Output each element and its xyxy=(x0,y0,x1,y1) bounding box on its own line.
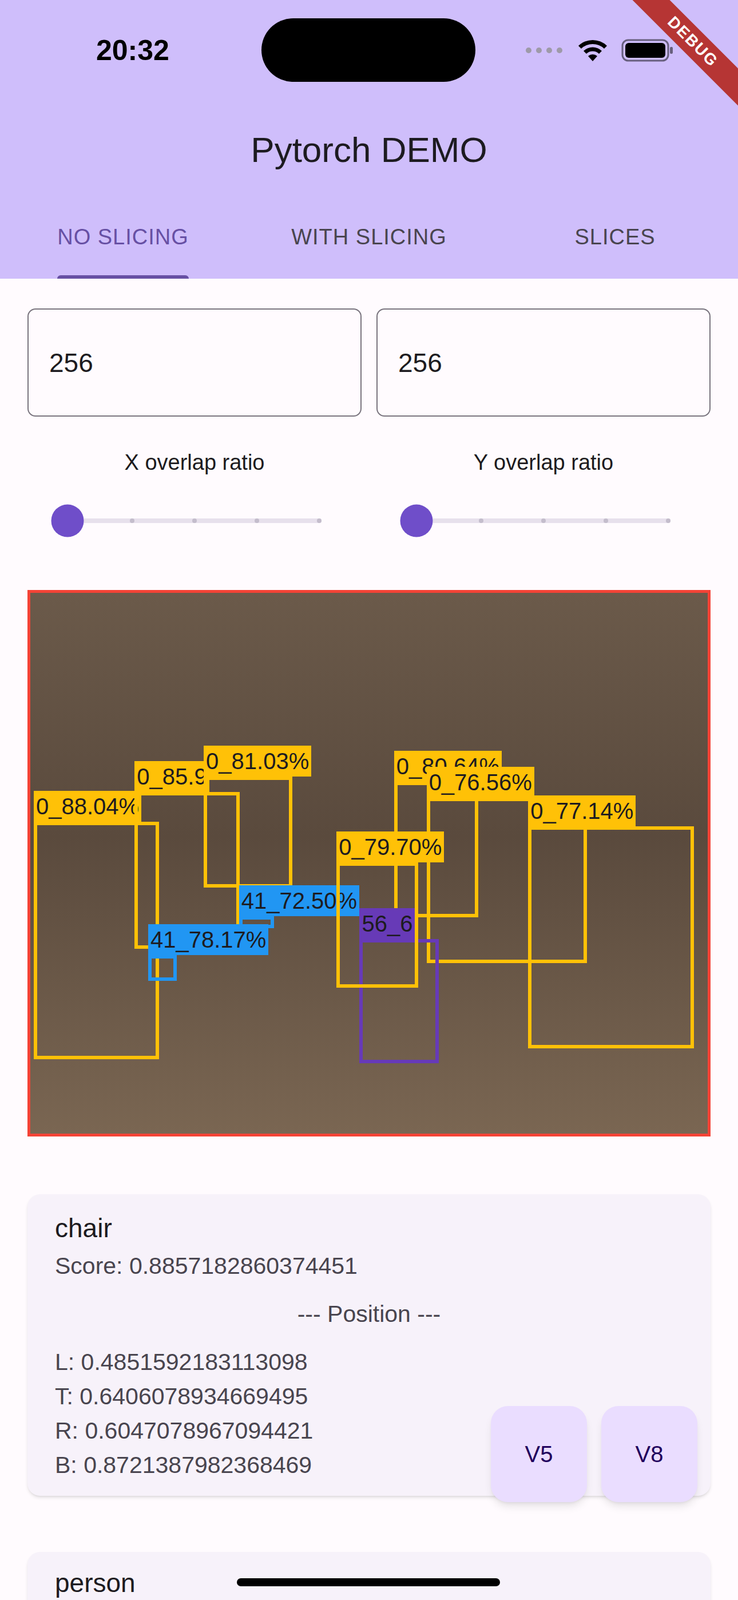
slider-track[interactable] xyxy=(416,518,671,523)
tab-label[interactable]: NO SLICING xyxy=(57,223,189,251)
model-button-label[interactable]: V8 xyxy=(635,1439,664,1468)
overlap-sliders: X overlap ratio Y overlap ratio xyxy=(0,448,738,550)
title-row: Pytorch DEMO xyxy=(0,100,738,200)
slider-tick xyxy=(192,518,197,523)
size-input[interactable] xyxy=(27,308,362,417)
model-button[interactable]: V5 xyxy=(490,1405,587,1502)
slider-tick xyxy=(316,518,322,523)
result-name: chair xyxy=(54,1211,684,1244)
detection-label: 0_81.03% xyxy=(203,745,312,777)
slider-tick xyxy=(478,518,484,523)
tab-bar: NO SLICING WITH SLICING SLICES xyxy=(0,199,738,279)
detection-label: 0_85.9 xyxy=(134,760,209,792)
slider-tick xyxy=(129,518,135,523)
slider[interactable] xyxy=(67,492,322,550)
detection-box xyxy=(148,954,177,980)
wifi-icon xyxy=(576,38,609,63)
tab-label[interactable]: SLICES xyxy=(574,223,656,251)
detection-label: 0_79.70% xyxy=(336,831,444,863)
detection-label: 41_72.50% xyxy=(239,885,360,916)
slider-tick xyxy=(603,518,609,523)
tab[interactable]: SLICES xyxy=(492,199,738,279)
position-title: --- Position --- xyxy=(54,1298,684,1329)
results-list: chair Score: 0.8857182860374451 --- Positi… xyxy=(0,1193,738,1600)
tab[interactable]: NO SLICING xyxy=(0,199,246,279)
detection-label: 56_6 xyxy=(359,907,415,939)
detection-box xyxy=(359,938,439,1063)
detection-box xyxy=(33,821,160,1059)
slider-group: X overlap ratio xyxy=(27,448,362,550)
tab-content: NO SLICING xyxy=(57,223,189,279)
slider-thumb[interactable] xyxy=(400,504,434,538)
detection-label: 0_88.04% xyxy=(33,790,142,822)
signal-icon xyxy=(525,46,565,54)
slider-tick xyxy=(541,518,546,523)
model-button-label[interactable]: V5 xyxy=(525,1439,554,1468)
detection-box xyxy=(203,776,293,888)
detection-image: 0_88.04%0_85.90_81.03% 41_72.50% 41_78.17%… xyxy=(27,589,711,1137)
slider-thumb[interactable] xyxy=(51,504,85,538)
detection-label: 41_78.17% xyxy=(148,923,269,955)
app-title: Pytorch DEMO xyxy=(250,128,487,172)
model-buttons: V5 V8 xyxy=(490,1405,698,1502)
tab[interactable]: WITH SLICING xyxy=(246,199,492,279)
size-fields xyxy=(0,278,738,417)
model-button[interactable]: V8 xyxy=(601,1405,698,1502)
detection-label: 0_77.14% xyxy=(528,795,636,827)
position-value: L: 0.4851592183113098 xyxy=(54,1344,684,1379)
slider-tick xyxy=(254,518,260,523)
tab-indicator xyxy=(574,275,656,279)
slider-label: Y overlap ratio xyxy=(376,448,711,476)
slider-group: Y overlap ratio xyxy=(376,448,711,550)
slider[interactable] xyxy=(416,492,671,550)
status-icons xyxy=(525,38,674,63)
position-value: R: 0.6047078967094421 xyxy=(54,1413,684,1448)
slider-label: X overlap ratio xyxy=(27,448,362,476)
position-list: L: 0.4851592183113098T: 0.64060789346694… xyxy=(54,1344,684,1482)
tab-indicator xyxy=(291,275,447,279)
position-value: T: 0.6406078934669495 xyxy=(54,1378,684,1414)
tab-content: SLICES xyxy=(574,223,656,279)
battery-icon xyxy=(621,38,674,63)
home-indicator xyxy=(236,1577,501,1586)
detection-box xyxy=(336,862,419,988)
detection-box xyxy=(528,826,694,1048)
tab-label[interactable]: WITH SLICING xyxy=(291,223,447,251)
slider-track[interactable] xyxy=(67,518,322,523)
slider-tick xyxy=(665,518,671,523)
detection-label: 0_76.56% xyxy=(426,766,535,798)
size-input[interactable] xyxy=(376,308,711,417)
position-value: B: 0.8721387982368469 xyxy=(54,1447,684,1482)
tab-content: WITH SLICING xyxy=(291,223,447,279)
clock: 20:32 xyxy=(96,33,170,68)
result-card: person xyxy=(27,1551,711,1600)
result-score: Score: 0.8857182860374451 xyxy=(54,1250,684,1281)
dynamic-island xyxy=(261,18,476,82)
tab-indicator xyxy=(57,275,189,279)
